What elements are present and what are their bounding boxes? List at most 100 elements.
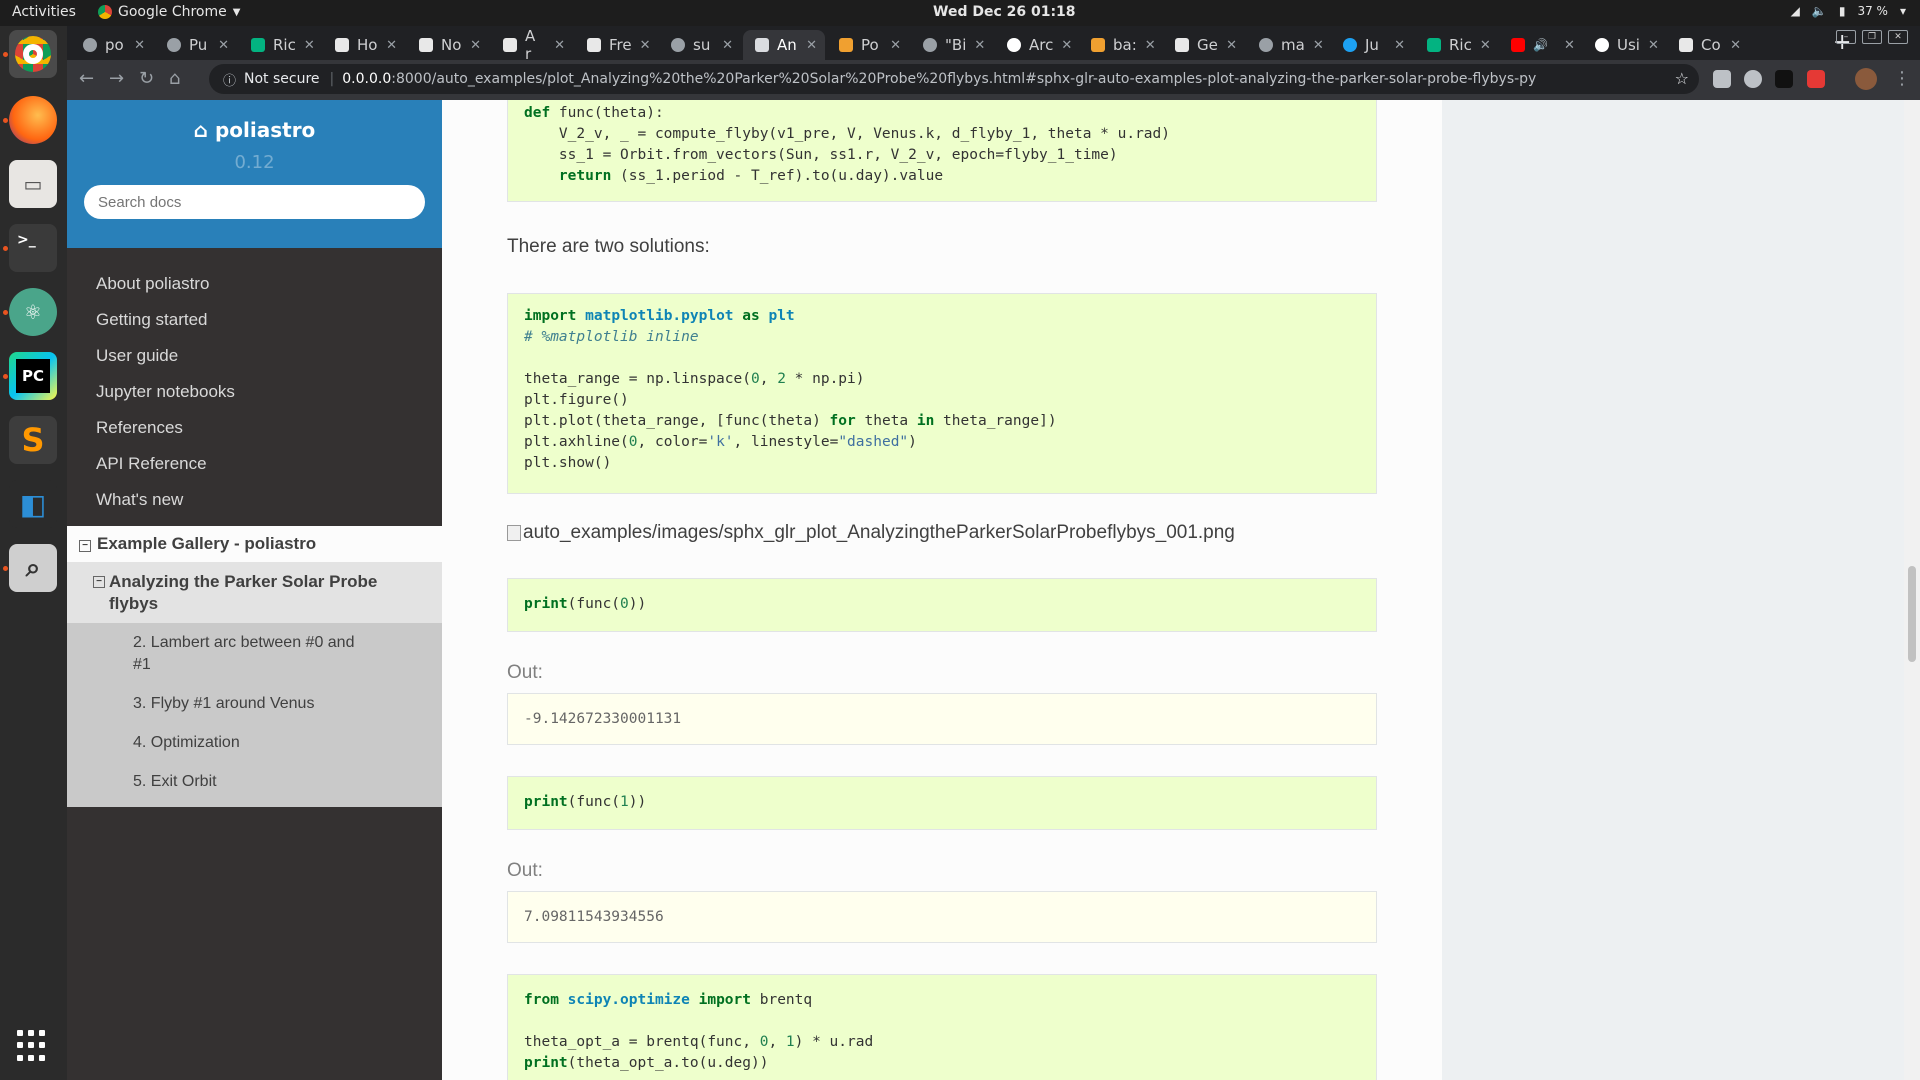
browser-tab[interactable]: 🔊 ✕	[1499, 30, 1581, 60]
close-icon[interactable]: ✕	[1061, 38, 1072, 53]
code-block-brentq[interactable]: from scipy.optimize import brentq theta_…	[507, 974, 1377, 1080]
forward-button[interactable]: →	[109, 68, 124, 89]
files-icon[interactable]: ▭	[9, 160, 57, 208]
close-icon[interactable]: ✕	[134, 38, 145, 53]
sidebar-subitem-flyby-venus[interactable]: 3. Flyby #1 around Venus	[67, 684, 442, 723]
riot-icon	[251, 38, 265, 52]
browser-tab[interactable]: Fre ✕	[575, 30, 657, 60]
code-token: matplotlib.pyplot	[585, 308, 734, 324]
close-icon[interactable]: ✕	[470, 38, 481, 53]
close-icon[interactable]: ✕	[386, 38, 397, 53]
browser-tab[interactable]: su ✕	[659, 30, 741, 60]
show-applications-icon[interactable]	[17, 1030, 49, 1062]
scrollbar-thumb[interactable]	[1908, 566, 1916, 662]
browser-tab[interactable]: Ju ✕	[1331, 30, 1413, 60]
sidebar-item-about[interactable]: About poliastro	[67, 266, 442, 302]
sidebar-item-api-reference[interactable]: API Reference	[67, 446, 442, 482]
close-icon[interactable]: ✕	[1480, 38, 1491, 53]
sidebar-item-current-page[interactable]: − Analyzing the Parker Solar Probe flybys	[67, 562, 442, 623]
doc-content: def func(theta): V_2_v, _ = compute_flyb…	[442, 100, 1442, 1080]
terminal-icon[interactable]: >_	[9, 224, 57, 272]
minimize-button[interactable]: –	[1836, 30, 1856, 44]
browser-tab[interactable]: Pu ✕	[155, 30, 237, 60]
firefox-icon[interactable]	[9, 96, 57, 144]
browser-tab-active[interactable]: An ✕	[743, 30, 825, 60]
shield-extension-icon[interactable]	[1744, 70, 1762, 88]
browser-tab[interactable]: Co ✕	[1667, 30, 1749, 60]
sidebar-item-example-gallery[interactable]: − Example Gallery - poliastro	[67, 526, 442, 562]
atom-icon[interactable]: ⚛	[9, 288, 57, 336]
code-token: )	[908, 434, 917, 450]
browser-tab[interactable]: Ge ✕	[1163, 30, 1245, 60]
sidebar-item-jupyter-notebooks[interactable]: Jupyter notebooks	[67, 374, 442, 410]
clock[interactable]: Wed Dec 26 01:18	[933, 4, 1076, 20]
chrome-launcher-icon[interactable]	[9, 30, 57, 78]
close-icon[interactable]: ✕	[218, 38, 229, 53]
sublime-icon[interactable]: S	[9, 416, 57, 464]
browser-tab[interactable]: Ric ✕	[1415, 30, 1497, 60]
vscode-icon[interactable]: ◧	[9, 480, 57, 528]
close-icon[interactable]: ✕	[1226, 38, 1237, 53]
browser-tab[interactable]: Ric ✕	[239, 30, 321, 60]
browser-tab[interactable]: Po ✕	[827, 30, 909, 60]
close-icon[interactable]: ✕	[1145, 38, 1156, 53]
sidebar-subitem-exit-orbit[interactable]: 5. Exit Orbit	[67, 762, 442, 801]
avatar[interactable]	[1855, 68, 1877, 90]
browser-tab[interactable]: po ✕	[71, 30, 153, 60]
close-icon[interactable]: ✕	[640, 38, 651, 53]
dark-extension-icon[interactable]	[1775, 70, 1793, 88]
app-menu[interactable]: Google Chrome ▼	[98, 4, 240, 20]
close-icon[interactable]: ✕	[304, 38, 315, 53]
browser-tab[interactable]: Ho ✕	[323, 30, 405, 60]
close-icon[interactable]: ✕	[1648, 38, 1659, 53]
code-block-print-0[interactable]: print(func(0))	[507, 578, 1377, 632]
browser-tab[interactable]: "Bi ✕	[911, 30, 993, 60]
close-icon[interactable]: ✕	[722, 38, 733, 53]
collapse-icon[interactable]: −	[79, 540, 91, 552]
adblock-icon[interactable]	[1807, 70, 1825, 88]
browser-tab[interactable]: ba: ✕	[1079, 30, 1161, 60]
code-block-plot[interactable]: import matplotlib.pyplot as plt # %matpl…	[507, 293, 1377, 494]
close-icon[interactable]: ✕	[1730, 38, 1741, 53]
browser-tab[interactable]: No ✕	[407, 30, 489, 60]
speaker-icon[interactable]: 🔊	[1533, 38, 1548, 52]
brand-link[interactable]: ⌂ poliastro	[67, 118, 442, 142]
close-icon[interactable]: ✕	[1564, 38, 1575, 53]
close-icon[interactable]: ✕	[1394, 38, 1405, 53]
camera-extension-icon[interactable]	[1713, 70, 1731, 88]
bookmark-star-icon[interactable]: ☆	[1675, 69, 1689, 88]
browser-tab[interactable]: Usi ✕	[1583, 30, 1665, 60]
collapse-icon[interactable]: −	[93, 576, 105, 588]
search-input[interactable]	[84, 185, 425, 219]
restore-button[interactable]: ❐	[1862, 30, 1882, 44]
sidebar-item-references[interactable]: References	[67, 410, 442, 446]
system-tray[interactable]: ◢ 🔈 ▮ 37 % ▾	[1791, 4, 1906, 18]
code-block-print-1[interactable]: print(func(1))	[507, 776, 1377, 830]
kebab-menu-icon[interactable]: ⋮	[1893, 68, 1911, 89]
close-icon[interactable]: ✕	[974, 38, 985, 53]
address-bar[interactable]: ⓘ Not secure | 0.0.0.0 :8000/auto_exampl…	[209, 64, 1699, 94]
close-window-button[interactable]: ✕	[1888, 30, 1908, 44]
home-button[interactable]: ⌂	[169, 68, 180, 89]
back-button[interactable]: ←	[79, 68, 94, 89]
browser-tab[interactable]: ma ✕	[1247, 30, 1329, 60]
browser-tab[interactable]: Arc ✕	[995, 30, 1077, 60]
sidebar-item-whats-new[interactable]: What's new	[67, 482, 442, 518]
code-token: (ss_1.period - T_ref).to(u.day).value	[611, 168, 944, 184]
sidebar-subitem-optimization[interactable]: 4. Optimization	[67, 723, 442, 762]
sidebar-subitem-lambert-arc[interactable]: 2. Lambert arc between #0 and #1	[67, 623, 442, 684]
close-icon[interactable]: ✕	[890, 38, 901, 53]
scrollbar[interactable]	[1904, 100, 1920, 1080]
close-icon[interactable]: ✕	[806, 38, 817, 53]
github-icon	[167, 38, 181, 52]
sidebar-item-user-guide[interactable]: User guide	[67, 338, 442, 374]
activities-button[interactable]: Activities	[12, 4, 76, 20]
close-icon[interactable]: ✕	[554, 38, 565, 53]
sidebar-item-getting-started[interactable]: Getting started	[67, 302, 442, 338]
browser-tab[interactable]: A r ✕	[491, 27, 573, 63]
reload-button[interactable]: ↻	[139, 68, 154, 89]
pycharm-icon[interactable]: PC	[9, 352, 57, 400]
code-block-func[interactable]: def func(theta): V_2_v, _ = compute_flyb…	[507, 100, 1377, 202]
magnifier-icon[interactable]: ⌕	[9, 544, 57, 592]
close-icon[interactable]: ✕	[1313, 38, 1324, 53]
